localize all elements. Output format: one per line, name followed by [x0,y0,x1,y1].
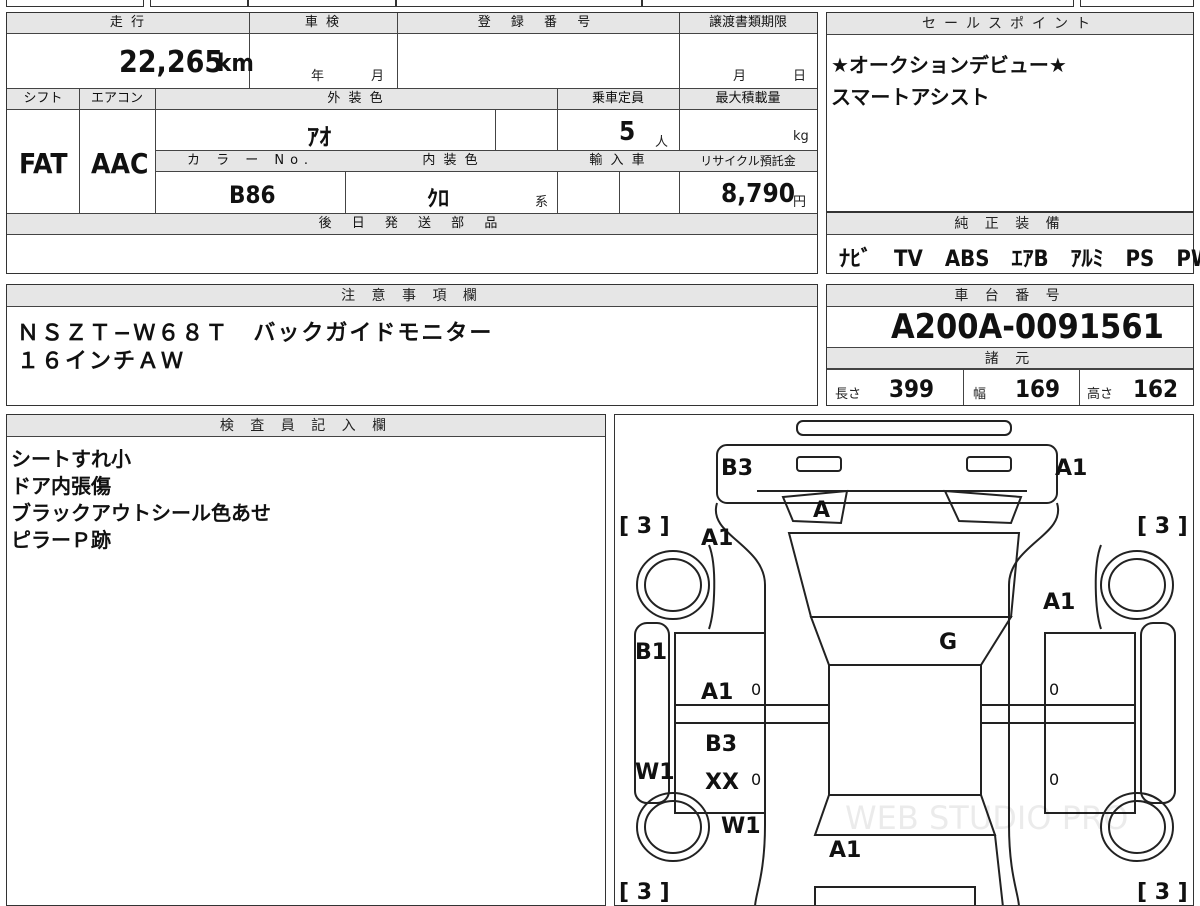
transfer-month: 月 [733,69,747,84]
mark-left-front-door-1: B3 [705,732,737,757]
mark-hood: A1 [829,838,861,863]
inspector-line-2: ドア内張傷 [11,474,111,498]
mark-left-sill: B1 [635,640,667,665]
interior-suffix: 系 [535,195,549,210]
inspection-year: 年 [311,69,325,84]
recycle-value: 8,790 [721,179,795,209]
zero-left-rear: 0 [751,680,761,699]
capacity-header: 乗車定員 [557,89,679,110]
capacity-unit: 人 [655,135,669,150]
mark-left-front-fender: W1 [721,814,761,839]
width-label: 幅 [973,387,987,402]
height-label: 高さ [1087,387,1114,402]
recycle-unit: 円 [793,195,807,210]
notes-line-2: １６インチＡＷ [17,349,186,374]
watermark: WEB STUDIO PRO [845,799,1128,837]
inspection-month: 月 [371,69,385,84]
shift-value: FAT [19,147,68,180]
transfer-day: 日 [793,69,807,84]
interior-header: 内 装 色 [345,151,557,172]
tire-front-right: [ 3 ] [1137,880,1188,905]
ac-header: エアコン [79,89,155,110]
mileage-unit: km [217,49,254,77]
chassis-box: 車 台 番 号 A200A-0091561 諸 元 長さ 399 幅 169 高… [826,284,1194,406]
color-no-value: B86 [229,181,276,209]
inspector-header: 検 査 員 記 入 欄 [7,415,605,437]
zero-right-rear: 0 [1049,680,1059,699]
inspector-line-4: ピラーＰ跡 [11,528,111,552]
top-strip [0,0,1200,8]
inspector-line-3: ブラックアウトシール色あせ [11,501,271,525]
equipment-items: ﾅﾋﾞ TV ABS ｴｱB ｱﾙﾐ PS PW [839,247,1200,272]
inspection-header: 車 検 [249,13,397,34]
width-value: 169 [1015,375,1061,403]
inspector-line-1: シートすれ小 [11,447,131,471]
sales-point-line-2: スマートアシスト [831,85,990,109]
recycle-header: リサイクル預託金 [679,151,817,172]
length-label: 長さ [835,387,862,402]
mark-left-rear-door: A1 [701,680,733,705]
mark-left-quarter: A1 [701,526,733,551]
import-header: 輸 入 車 [557,151,679,172]
sales-points-header: セールスポイント [827,13,1193,35]
tire-rear-right: [ 3 ] [1137,514,1188,539]
mark-left-front-door-2: XX [705,770,739,795]
length-value: 399 [889,375,935,403]
later-parts-header: 後 日 発 送 部 品 [7,214,817,235]
load-header: 最大積載量 [679,89,817,110]
interior-value: ｸﾛ [427,187,450,212]
capacity-value: 5 [619,117,636,147]
vehicle-info-table: 走 行 車 検 登 録 番 号 譲渡書類期限 22,265 km 年 月 月 日… [6,12,818,274]
inspector-box: 検 査 員 記 入 欄 シートすれ小 ドア内張傷 ブラックアウトシール色あせ ピ… [6,414,606,906]
mileage-header: 走 行 [7,13,249,34]
equipment-header: 純 正 装 備 [827,213,1193,235]
spec-header: 諸 元 [827,347,1193,369]
mark-rear-left: B3 [721,456,753,481]
mark-left-sill-front: W1 [635,760,675,785]
car-diagram-svg: B3 A1 A A1 A1 G B1 A1 B3 XX W1 W1 A1 [ 3… [619,420,1188,905]
sales-points-box: セールスポイント ★オークションデビュー★ スマートアシスト [826,12,1194,212]
height-value: 162 [1133,375,1179,403]
zero-right-front: 0 [1049,770,1059,789]
zero-left-front: 0 [751,770,761,789]
load-unit: kg [793,129,809,144]
shift-header: シフト [7,89,79,110]
mark-rear-right: A1 [1055,456,1087,481]
tire-rear-left: [ 3 ] [619,514,670,539]
ac-value: AAC [91,147,149,180]
notes-header: 注 意 事 項 欄 [7,285,817,307]
chassis-number: A200A-0091561 [891,307,1164,347]
chassis-header: 車 台 番 号 [827,285,1193,307]
mark-rear-window: A [813,498,830,523]
mark-right-quarter: A1 [1043,590,1075,615]
transfer-header: 譲渡書類期限 [679,13,817,34]
car-damage-diagram: B3 A1 A A1 A1 G B1 A1 B3 XX W1 W1 A1 [ 3… [614,414,1194,906]
exterior-value: ｱｵ [307,123,331,151]
mark-roof-glass: G [939,630,957,655]
notes-box: 注 意 事 項 欄 ＮＳＺＴ−Ｗ６８Ｔ バックガイドモニター １６インチＡＷ [6,284,818,406]
registration-header: 登 録 番 号 [397,13,679,34]
sales-point-line-1: ★オークションデビュー★ [831,53,1067,77]
tire-front-left: [ 3 ] [619,880,670,905]
mileage-value: 22,265 [119,45,224,80]
equipment-box: 純 正 装 備 ﾅﾋﾞ TV ABS ｴｱB ｱﾙﾐ PS PW [826,212,1200,274]
color-no-header: カ ラ ー No. [156,151,345,172]
exterior-header: 外 装 色 [155,89,557,110]
